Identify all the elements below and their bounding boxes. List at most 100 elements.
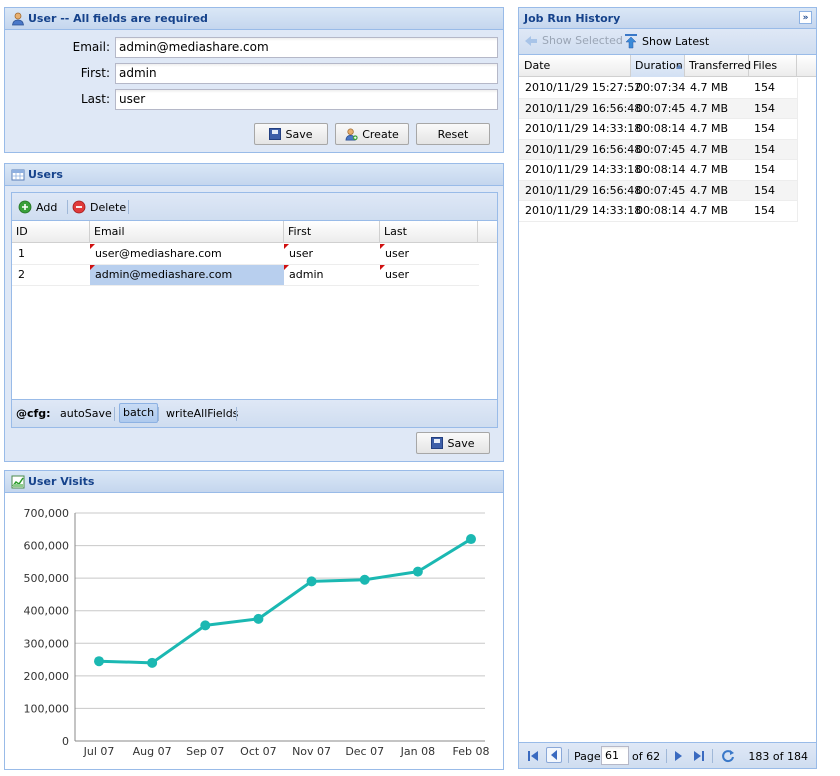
col-first-header[interactable]: First <box>284 221 380 243</box>
prev-page-button[interactable] <box>546 747 562 763</box>
data-point <box>466 534 476 545</box>
data-point <box>147 657 158 668</box>
save-icon <box>269 128 282 140</box>
refresh-icon[interactable] <box>721 749 735 763</box>
delete-label: Delete <box>90 200 127 214</box>
toolbar-separator <box>128 200 129 214</box>
job-files: 154 <box>754 81 775 94</box>
cell-first[interactable]: user <box>284 244 380 264</box>
cfg-option-writeallfields[interactable]: writeAllFields <box>166 407 238 420</box>
add-icon <box>18 200 32 214</box>
page-count-label: of 62 <box>632 750 661 763</box>
list-item[interactable]: 2010/11/29 15:27:52 00:07:34 4.7 MB 154 <box>519 78 797 99</box>
col-last-header[interactable]: Last <box>380 221 478 243</box>
list-item[interactable]: 2010/11/29 16:56:48 00:07:45 4.7 MB 154 <box>519 180 797 201</box>
x-tick-label: Jul 07 <box>83 745 115 758</box>
job-files: 154 <box>754 122 775 135</box>
cell-email[interactable]: user@mediashare.com <box>90 244 284 264</box>
email-field[interactable]: admin@mediashare.com <box>115 37 498 58</box>
job-date: 2010/11/29 16:56:48 <box>525 101 642 115</box>
cfg-option-batch[interactable]: batch <box>119 403 159 423</box>
col-files-header[interactable]: Files <box>749 55 797 77</box>
sort-asc-icon <box>676 64 682 69</box>
job-duration: 00:08:14 <box>636 163 686 176</box>
job-date: 2010/11/29 16:56:48 <box>525 142 642 156</box>
users-panel: Users Add Delete ID Email First Last 1 u… <box>4 163 504 462</box>
visits-line-chart: 0 100,000 200,000 300,000 400,000 500,000 600,… <box>24 507 490 758</box>
user-icon <box>12 12 24 26</box>
form-save-button[interactable]: Save <box>254 123 328 145</box>
last-name-field[interactable]: user <box>115 89 498 110</box>
toolbar-separator <box>568 749 569 763</box>
job-duration: 00:08:14 <box>636 204 686 217</box>
list-item[interactable]: 2010/11/29 14:33:18 00:08:14 4.7 MB 154 <box>519 119 797 140</box>
col-id-header[interactable]: ID <box>12 221 90 243</box>
data-point <box>94 656 104 667</box>
cell-last[interactable]: user <box>380 244 478 264</box>
delete-button[interactable]: Delete <box>72 199 126 215</box>
users-header: Users <box>5 164 503 186</box>
job-files: 154 <box>754 183 775 197</box>
expand-icon[interactable]: » <box>799 11 812 24</box>
table-row[interactable]: 2 admin@mediashare.com admin user <box>12 265 479 286</box>
list-item[interactable]: 2010/11/29 14:33:18 00:08:14 4.7 MB 154 <box>519 160 797 181</box>
job-transferred: 4.7 MB <box>690 163 729 176</box>
x-tick-label: Aug 07 <box>133 745 172 758</box>
page-number-input[interactable]: 61 <box>601 746 629 765</box>
col-email-header[interactable]: Email <box>90 221 284 243</box>
cfg-option-autosave[interactable]: autoSave <box>60 407 112 420</box>
job-duration: 00:07:45 <box>636 142 686 156</box>
user-form-panel: User -- All fields are required Email: a… <box>4 7 504 153</box>
delete-icon <box>72 200 86 214</box>
data-point <box>412 566 423 577</box>
x-tick-label: Jan 08 <box>400 745 435 758</box>
first-name-field[interactable]: admin <box>115 63 498 84</box>
job-transferred: 4.7 MB <box>690 122 729 135</box>
show-selected-button[interactable]: Show Selected <box>524 34 623 47</box>
cell-last[interactable]: user <box>380 265 478 285</box>
job-transferred: 4.7 MB <box>690 101 729 115</box>
table-row[interactable]: 1 user@mediashare.com user user <box>12 244 479 265</box>
job-files: 154 <box>754 101 775 115</box>
first-page-icon[interactable] <box>527 750 539 762</box>
job-transferred: 4.7 MB <box>690 81 729 94</box>
col-transferred-header[interactable]: Transferred <box>685 55 751 77</box>
upload-arrow-icon <box>625 34 637 49</box>
job-history-panel: Job Run History » Show Selected Show Lat… <box>518 7 817 769</box>
reset-label: Reset <box>437 127 469 141</box>
column-divider <box>797 78 798 222</box>
x-tick-label: Sep 07 <box>186 745 224 758</box>
data-point <box>306 576 317 587</box>
users-title: Users <box>28 168 63 181</box>
cfg-toolbar: @cfg: autoSave batch writeAllFields <box>12 399 497 427</box>
show-latest-label: Show Latest <box>642 34 710 48</box>
grid-save-button[interactable]: Save <box>416 432 490 454</box>
cell-id: 2 <box>18 268 25 281</box>
job-duration: 00:08:14 <box>636 122 686 135</box>
create-button[interactable]: Create <box>335 123 409 145</box>
job-date: 2010/11/29 14:33:18 <box>525 122 642 135</box>
show-latest-button[interactable]: Show Latest <box>624 33 709 49</box>
user-visits-panel: User Visits 0 100,000 200,000 300,000 400,00… <box>4 470 504 770</box>
toolbar-separator <box>666 749 667 763</box>
add-button[interactable]: Add <box>18 199 57 215</box>
y-tick-label: 400,000 <box>24 605 70 618</box>
list-item[interactable]: 2010/11/29 14:33:18 00:08:14 4.7 MB 154 <box>519 201 797 222</box>
col-date-header[interactable]: Date <box>519 55 631 77</box>
user-form-header: User -- All fields are required <box>5 8 503 30</box>
cell-first[interactable]: admin <box>284 265 380 285</box>
x-tick-label: Dec 07 <box>345 745 384 758</box>
last-label: Last: <box>80 92 110 106</box>
next-page-icon[interactable] <box>673 750 683 762</box>
reset-button[interactable]: Reset <box>416 123 490 145</box>
show-selected-label: Show Selected <box>542 34 623 47</box>
job-date: 2010/11/29 16:56:48 <box>525 183 642 197</box>
cell-email-selected[interactable]: admin@mediashare.com <box>90 265 284 285</box>
grid-save-label: Save <box>447 436 475 450</box>
x-tick-label: Nov 07 <box>292 745 331 758</box>
col-duration-header[interactable]: Duration <box>631 55 685 77</box>
list-item[interactable]: 2010/11/29 16:56:48 00:07:45 4.7 MB 154 <box>519 98 797 119</box>
last-page-icon[interactable] <box>693 750 705 762</box>
list-item[interactable]: 2010/11/29 16:56:48 00:07:45 4.7 MB 154 <box>519 139 797 160</box>
first-label: First: <box>80 66 110 80</box>
